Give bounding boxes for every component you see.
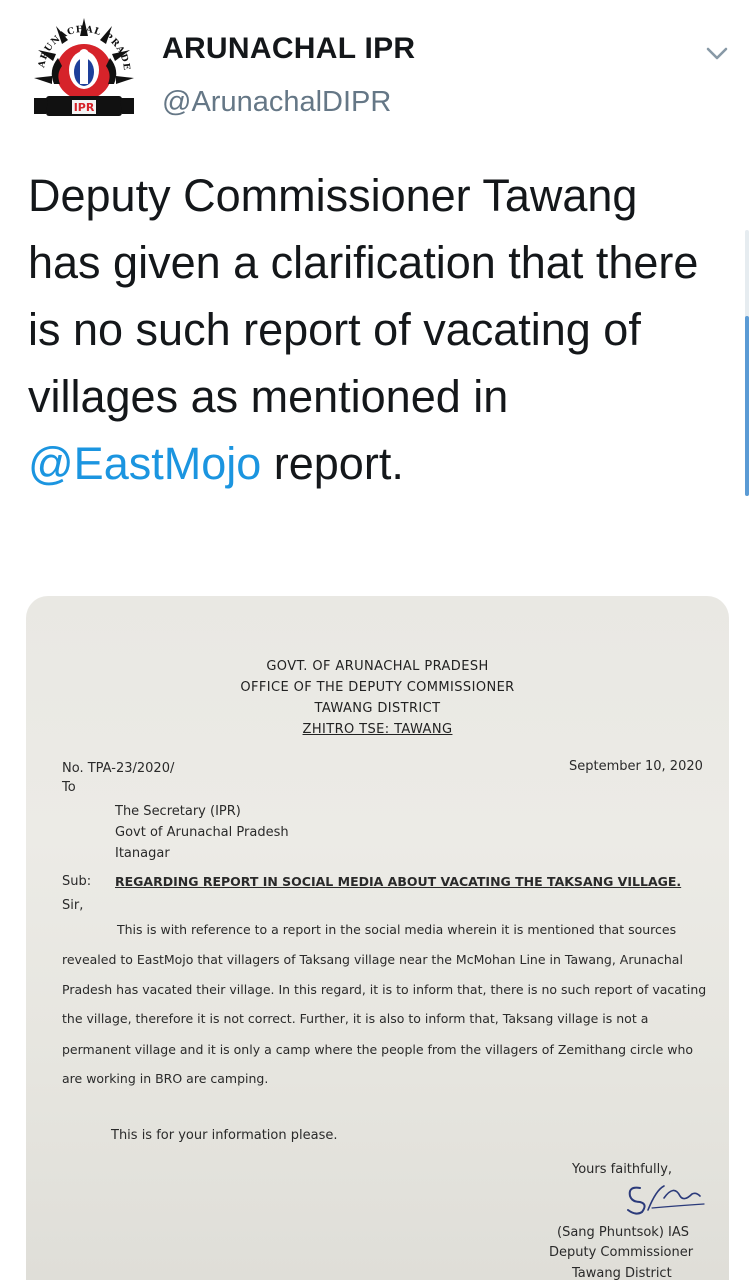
tweet-text-body: Deputy Commissioner Tawang has given a c… <box>28 170 699 422</box>
scrollbar[interactable] <box>745 230 749 496</box>
tweet-media-image[interactable]: GOVT. OF ARUNACHAL PRADESH OFFICE OF THE… <box>26 596 729 1280</box>
letter-body-line-4: the village, therefore it is not correct… <box>62 1011 649 1026</box>
letter-sign-off: Yours faithfully, <box>572 1162 673 1177</box>
signature-icon <box>627 1185 705 1215</box>
letter-signatory-district: Tawang District <box>572 1266 672 1280</box>
mention-link[interactable]: @EastMojo <box>28 438 261 489</box>
letter-closing-note: This is for your information please. <box>111 1128 338 1143</box>
tweet-header: ARUNACHAL PRADESH IPR ARUNACHAL IPR @Aru… <box>23 7 730 134</box>
letter-body-line-1: This is with reference to a report in th… <box>117 922 677 937</box>
letter-date: September 10, 2020 <box>569 759 703 774</box>
scrollbar-thumb[interactable] <box>745 316 749 496</box>
letter-body-line-3: Pradesh has vacated their village. In th… <box>62 982 707 997</box>
ipr-logo-icon: ARUNACHAL PRADESH IPR <box>23 7 134 116</box>
avatar[interactable]: ARUNACHAL PRADESH IPR <box>23 7 140 126</box>
author-handle[interactable]: @ArunachalDIPR <box>162 86 391 119</box>
letter-ref-no: No. TPA-23/2020/ <box>62 761 175 776</box>
chevron-down-icon[interactable] <box>704 40 730 66</box>
letter-body-line-5: permanent village and it is only a camp … <box>62 1042 694 1057</box>
letter-recipient-line-3: Itanagar <box>115 846 170 861</box>
avatar-banner-text: IPR <box>74 101 95 114</box>
letter-salutation: Sir, <box>62 898 84 913</box>
letter-recipient-line-1: The Secretary (IPR) <box>115 804 241 819</box>
letter-sub-label: Sub: <box>62 874 92 889</box>
letter-document: GOVT. OF ARUNACHAL PRADESH OFFICE OF THE… <box>26 596 729 1280</box>
letter-header-line-1: GOVT. OF ARUNACHAL PRADESH <box>266 659 489 674</box>
letter-subject: REGARDING REPORT IN SOCIAL MEDIA ABOUT V… <box>115 874 682 889</box>
letter-header-line-4: ZHITRO TSE: TAWANG <box>302 722 453 737</box>
letter-recipient-line-2: Govt of Arunachal Pradesh <box>115 825 289 840</box>
letter-header-line-2: OFFICE OF THE DEPUTY COMMISSIONER <box>240 680 515 695</box>
letter-header-line-3: TAWANG DISTRICT <box>314 701 441 716</box>
tweet-text-tail: report. <box>261 438 404 489</box>
author-name[interactable]: ARUNACHAL IPR <box>162 32 415 66</box>
tweet-text: Deputy Commissioner Tawang has given a c… <box>28 162 718 497</box>
letter-to-label: To <box>62 780 76 795</box>
letter-body-line-2: revealed to EastMojo that villagers of T… <box>62 952 683 967</box>
letter-signatory-title: Deputy Commissioner <box>549 1245 694 1260</box>
letter-body-line-6: are working in BRO are camping. <box>62 1071 269 1086</box>
letter-signatory-name: (Sang Phuntsok) IAS <box>557 1225 690 1240</box>
